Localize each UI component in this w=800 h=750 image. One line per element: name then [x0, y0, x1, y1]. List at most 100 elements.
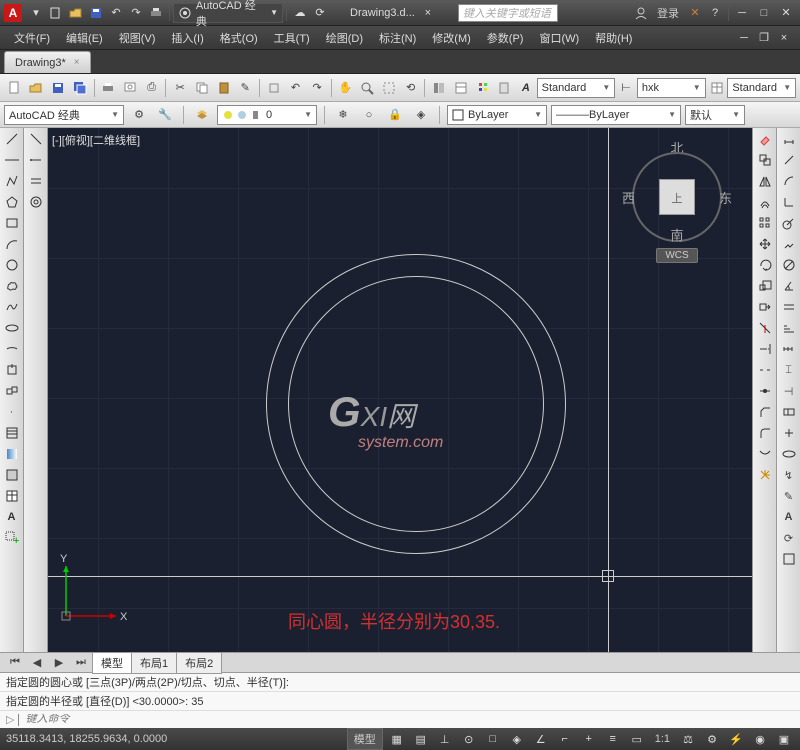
- layer-lock-icon[interactable]: 🔒: [385, 105, 405, 125]
- command-input[interactable]: [25, 714, 794, 726]
- menu-format[interactable]: 格式(O): [212, 27, 266, 49]
- menu-draw[interactable]: 绘图(D): [318, 27, 371, 49]
- spline-icon[interactable]: [3, 298, 21, 316]
- lineweight-dd[interactable]: 默认▼: [685, 105, 745, 125]
- donut-icon[interactable]: [27, 193, 45, 211]
- clean-icon[interactable]: ▣: [775, 730, 793, 748]
- zoom-icon[interactable]: [358, 78, 378, 98]
- insert-icon[interactable]: [3, 361, 21, 379]
- ortho-icon[interactable]: ⊥: [436, 730, 454, 748]
- coordinates[interactable]: 35118.3413, 18255.9634, 0.0000: [6, 733, 167, 745]
- user-icon[interactable]: [632, 4, 650, 22]
- open-icon[interactable]: [67, 4, 85, 22]
- arc-icon[interactable]: [3, 235, 21, 253]
- doc-close-icon[interactable]: ×: [775, 29, 793, 47]
- wcs-badge[interactable]: WCS: [656, 248, 697, 263]
- doc-restore-icon[interactable]: ❐: [755, 29, 773, 47]
- sync-icon[interactable]: ⟳: [311, 4, 329, 22]
- menu-window[interactable]: 窗口(W): [531, 27, 587, 49]
- linetype-dd[interactable]: ——— ByLayer▼: [551, 105, 681, 125]
- inspect-icon[interactable]: [780, 445, 798, 463]
- publish-icon[interactable]: ⎙: [142, 78, 162, 98]
- ellipse-arc-icon[interactable]: [3, 340, 21, 358]
- grid-icon[interactable]: ▤: [412, 730, 430, 748]
- dim-jogged-icon[interactable]: [780, 235, 798, 253]
- blend-icon[interactable]: [756, 445, 774, 463]
- zoom-window-icon[interactable]: [379, 78, 399, 98]
- dim-arc-icon[interactable]: [780, 172, 798, 190]
- menu-insert[interactable]: 插入(I): [163, 27, 211, 49]
- menu-dropdown-icon[interactable]: ▾: [27, 4, 45, 22]
- signin-link[interactable]: 登录: [657, 5, 679, 21]
- offset-icon[interactable]: [756, 193, 774, 211]
- viewcube-top[interactable]: 上: [659, 179, 695, 215]
- workspace-dd[interactable]: AutoCAD 经典▼: [4, 105, 124, 125]
- chamfer-icon[interactable]: [756, 403, 774, 421]
- hatch-icon[interactable]: [3, 424, 21, 442]
- dim-linear-icon[interactable]: [780, 130, 798, 148]
- search-input[interactable]: 键入关键字或短语: [458, 4, 558, 22]
- undo-icon[interactable]: ↶: [107, 4, 125, 22]
- rotate-icon[interactable]: [756, 256, 774, 274]
- ellipse-icon[interactable]: [3, 319, 21, 337]
- dyn-icon[interactable]: +: [580, 730, 598, 748]
- dim-aligned-icon[interactable]: [780, 151, 798, 169]
- save-icon[interactable]: [87, 4, 105, 22]
- erase-icon[interactable]: [756, 130, 774, 148]
- redo-icon[interactable]: ↷: [127, 4, 145, 22]
- new-icon[interactable]: [5, 78, 25, 98]
- dim-quick-icon[interactable]: [780, 298, 798, 316]
- undo-icon[interactable]: ↶: [286, 78, 306, 98]
- gear-icon[interactable]: ⚙: [129, 105, 149, 125]
- layout-prev-icon[interactable]: ◀: [27, 653, 47, 673]
- tool-palette-icon[interactable]: [473, 78, 493, 98]
- print-icon[interactable]: [147, 4, 165, 22]
- redo-icon[interactable]: ↷: [307, 78, 327, 98]
- dim-update-icon[interactable]: ⟳: [780, 529, 798, 547]
- dim-tedit-icon[interactable]: A: [780, 508, 798, 526]
- tolerance-icon[interactable]: [780, 403, 798, 421]
- tablestyle-icon[interactable]: [707, 78, 727, 98]
- maximize-icon[interactable]: □: [755, 4, 773, 22]
- 3dosnap-icon[interactable]: ◈: [508, 730, 526, 748]
- view-cube[interactable]: 北 上 西 东 南 WCS: [622, 138, 732, 268]
- open-icon[interactable]: [27, 78, 47, 98]
- addselect-icon[interactable]: +: [3, 529, 21, 547]
- layout-next-icon[interactable]: ▶: [49, 653, 69, 673]
- isolate-icon[interactable]: ◉: [751, 730, 769, 748]
- save-icon[interactable]: [48, 78, 68, 98]
- dimstyle-icon[interactable]: ⊢: [616, 78, 636, 98]
- saveas-icon[interactable]: [70, 78, 90, 98]
- dim-radius-icon[interactable]: [780, 214, 798, 232]
- extend-icon[interactable]: [756, 340, 774, 358]
- copy-icon[interactable]: [192, 78, 212, 98]
- workspace-dropdown[interactable]: AutoCAD 经典 ▼: [173, 3, 283, 23]
- hwaccel-icon[interactable]: ⚡: [727, 730, 745, 748]
- tpy-icon[interactable]: ▭: [628, 730, 646, 748]
- textstyle-icon[interactable]: A: [516, 78, 536, 98]
- join-icon[interactable]: [756, 382, 774, 400]
- mirror-icon[interactable]: [756, 172, 774, 190]
- app-logo[interactable]: A: [4, 4, 22, 22]
- wrench-icon[interactable]: 🔧: [155, 105, 175, 125]
- layout-first-icon[interactable]: ⏮: [5, 653, 25, 673]
- osnap-icon[interactable]: □: [484, 730, 502, 748]
- ducs-icon[interactable]: ⌐: [556, 730, 574, 748]
- break-icon[interactable]: [756, 361, 774, 379]
- help-icon[interactable]: ?: [706, 4, 724, 22]
- minimize-icon[interactable]: ─: [733, 4, 751, 22]
- tab-layout2[interactable]: 布局2: [176, 652, 222, 674]
- cloud-icon[interactable]: ☁: [291, 4, 309, 22]
- exchange-icon[interactable]: ✕: [686, 4, 704, 22]
- line-icon[interactable]: [3, 130, 21, 148]
- plot-icon[interactable]: [99, 78, 119, 98]
- zoom-prev-icon[interactable]: ⟲: [401, 78, 421, 98]
- dim-angular-icon[interactable]: [780, 277, 798, 295]
- ws-switch-icon[interactable]: ⚙: [703, 730, 721, 748]
- annoscale-icon[interactable]: ⚖: [679, 730, 697, 748]
- tab-model[interactable]: 模型: [92, 652, 132, 674]
- close-icon[interactable]: ✕: [777, 4, 795, 22]
- table-icon[interactable]: [3, 487, 21, 505]
- polyline-icon[interactable]: [3, 172, 21, 190]
- text-icon[interactable]: A: [3, 508, 21, 526]
